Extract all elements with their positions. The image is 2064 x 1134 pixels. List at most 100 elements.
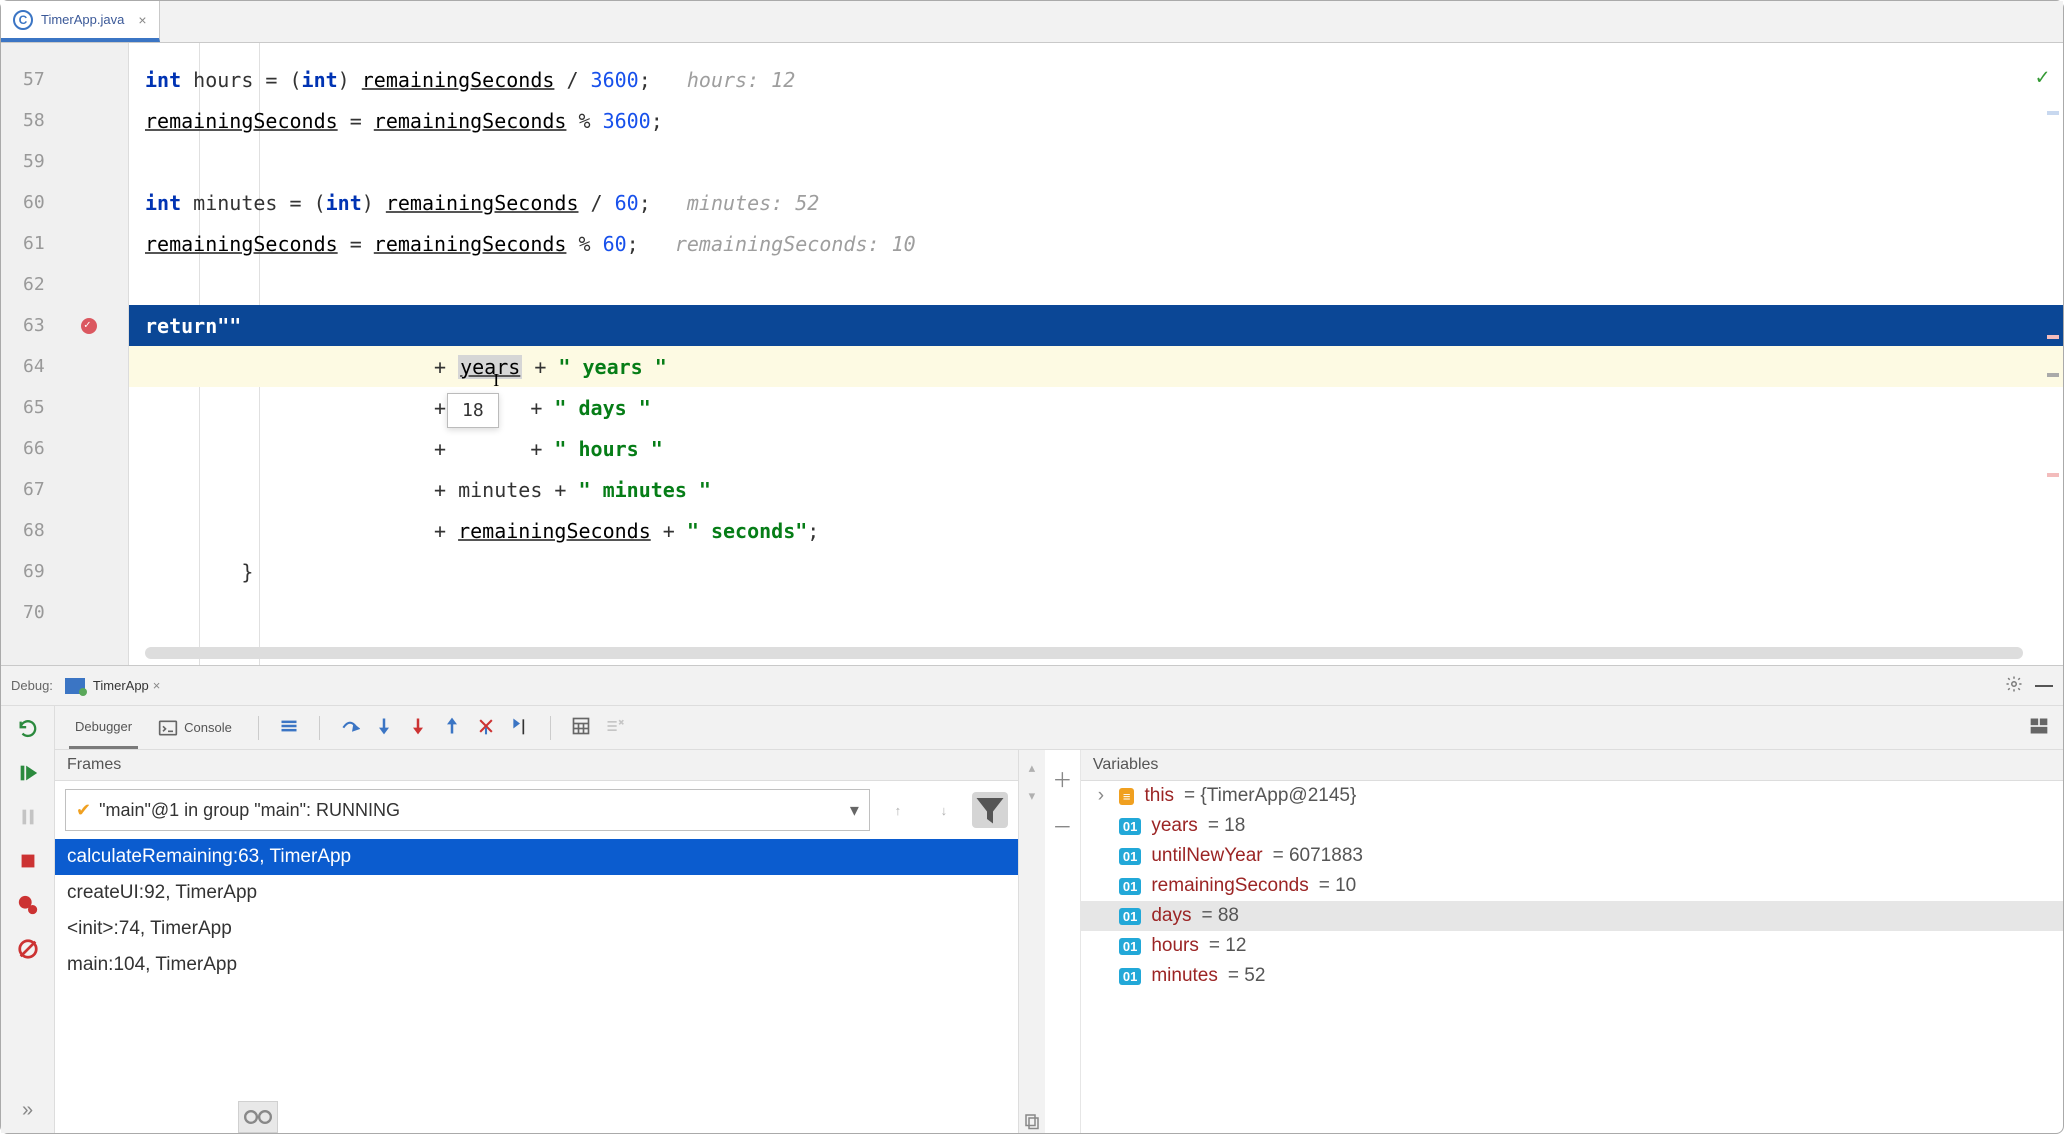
code-line[interactable] [129,141,2063,182]
tab-console[interactable]: Console [152,706,238,749]
variable-row[interactable]: 01minutes = 52 [1081,961,2063,991]
gear-icon[interactable] [2005,675,2023,696]
line-number[interactable]: 67 [1,469,128,510]
frame-item[interactable]: createUI:92, TimerApp [55,875,1018,911]
variable-row[interactable]: ›≡this = {TimerApp@2145} [1081,781,2063,811]
value-tooltip: 18 [447,393,499,428]
next-frame-icon[interactable]: ↓ [926,792,962,828]
variable-value: = {TimerApp@2145} [1184,785,1356,807]
debug-panel-header: Debug: TimerApp × [1,666,2063,706]
step-out-icon[interactable] [442,716,462,739]
breakpoint-icon[interactable] [81,318,97,334]
evaluate-expression-icon[interactable] [571,716,591,739]
line-number[interactable]: 70 [1,592,128,633]
line-number[interactable]: 61 [1,223,128,264]
run-config-name: TimerApp [93,678,149,693]
line-number[interactable]: 64 [1,346,128,387]
code-line[interactable]: + remainingSeconds + " seconds"; [129,510,2063,551]
remove-watch-icon[interactable]: － [1052,811,1072,840]
chevron-down-icon: ▾ [850,800,859,821]
editor-tab[interactable]: C TimerApp.java × [1,1,160,42]
code-line[interactable]: + da + " days " [129,387,2063,428]
more-icon[interactable]: » [15,1097,41,1123]
frames-scrollbar[interactable]: ▴ ▾ [1019,750,1045,1133]
frame-list[interactable]: calculateRemaining:63, TimerAppcreateUI:… [55,839,1018,1133]
rerun-icon[interactable] [15,716,41,742]
step-over-icon[interactable] [340,716,360,739]
glasses-icon[interactable] [238,1101,278,1133]
line-number[interactable]: 68 [1,510,128,551]
mute-breakpoints-icon[interactable] [15,936,41,962]
variable-row[interactable]: 01untilNewYear = 6071883 [1081,841,2063,871]
layout-settings-icon[interactable] [2029,716,2049,739]
variable-name: days [1151,905,1191,927]
object-icon: ≡ [1119,788,1135,805]
step-into-icon[interactable] [374,716,394,739]
line-number[interactable]: 57 [1,59,128,100]
variable-value: = 52 [1228,965,1266,987]
line-number[interactable]: 63 [1,305,128,346]
editor-tab-bar: C TimerApp.java × [1,1,2063,43]
code-line[interactable] [129,264,2063,305]
code-line[interactable]: + years + " years " [129,346,2063,387]
run-configuration[interactable]: TimerApp × [65,678,160,694]
view-breakpoints-icon[interactable] [15,892,41,918]
variable-row[interactable]: 01years = 18 [1081,811,2063,841]
frame-item[interactable]: calculateRemaining:63, TimerApp [55,839,1018,875]
close-icon[interactable]: × [153,678,161,693]
previous-frame-icon[interactable]: ↑ [880,792,916,828]
force-step-into-icon[interactable] [408,716,428,739]
variable-row[interactable]: 01days = 88 [1081,901,2063,931]
drop-frame-icon[interactable] [476,716,496,739]
close-icon[interactable]: × [138,12,146,28]
copy-icon[interactable] [1023,1112,1041,1133]
code-line[interactable]: remainingSeconds = remainingSeconds % 36… [129,100,2063,141]
variable-list[interactable]: ›≡this = {TimerApp@2145}01years = 1801un… [1081,781,2063,991]
run-to-cursor-icon[interactable] [510,716,530,739]
variables-toolbar: ＋ － [1045,750,1081,1133]
code-line[interactable]: int hours = (int) remainingSeconds / 360… [129,59,2063,100]
primitive-icon: 01 [1119,878,1141,895]
line-number[interactable]: 65 [1,387,128,428]
trace-current-stream-icon[interactable] [605,716,625,739]
code-line[interactable]: return "" [129,305,2063,346]
code-line[interactable]: } [129,551,2063,592]
resume-icon[interactable] [15,760,41,786]
line-number[interactable]: 58 [1,100,128,141]
pause-icon[interactable] [15,804,41,830]
scroll-up-icon[interactable]: ▴ [1029,760,1036,776]
line-number[interactable]: 62 [1,264,128,305]
code-line[interactable]: + h + " hours " [129,428,2063,469]
line-number[interactable]: 60 [1,182,128,223]
frame-item[interactable]: <init>:74, TimerApp [55,911,1018,947]
stop-icon[interactable] [15,848,41,874]
horizontal-scrollbar[interactable] [145,647,2023,659]
run-config-icon [65,678,85,694]
code-line[interactable]: + minutes + " minutes " [129,469,2063,510]
line-number[interactable]: 59 [1,141,128,182]
add-watch-icon[interactable]: ＋ [1052,764,1072,793]
code-line[interactable]: int minutes = (int) remainingSeconds / 6… [129,182,2063,223]
scroll-down-icon[interactable]: ▾ [1029,788,1036,804]
code-line[interactable] [129,592,2063,633]
code-area[interactable]: ✓ int hours = (int) remainingSeconds / 3… [129,43,2063,665]
twisty-icon[interactable]: › [1093,785,1109,807]
variable-name: untilNewYear [1151,845,1262,867]
frame-item[interactable]: main:104, TimerApp [55,947,1018,983]
line-number[interactable]: 69 [1,551,128,592]
thread-dropdown[interactable]: ✔ "main"@1 in group "main": RUNNING ▾ [65,789,870,831]
line-number[interactable]: 66 [1,428,128,469]
variable-row[interactable]: 01hours = 12 [1081,931,2063,961]
hovered-variable[interactable]: years [458,355,522,379]
debug-panel: Debug: TimerApp × » Debugger [1,665,2063,1133]
tab-debugger[interactable]: Debugger [69,706,138,749]
check-icon: ✔ [76,800,91,821]
show-execution-point-icon[interactable] [279,716,299,739]
code-line[interactable]: remainingSeconds = remainingSeconds % 60… [129,223,2063,264]
filter-icon[interactable] [972,792,1008,828]
tab-label: Debugger [75,719,132,734]
hide-icon[interactable] [2035,685,2053,687]
variable-name: hours [1151,935,1199,957]
console-icon [158,718,178,738]
variable-row[interactable]: 01remainingSeconds = 10 [1081,871,2063,901]
